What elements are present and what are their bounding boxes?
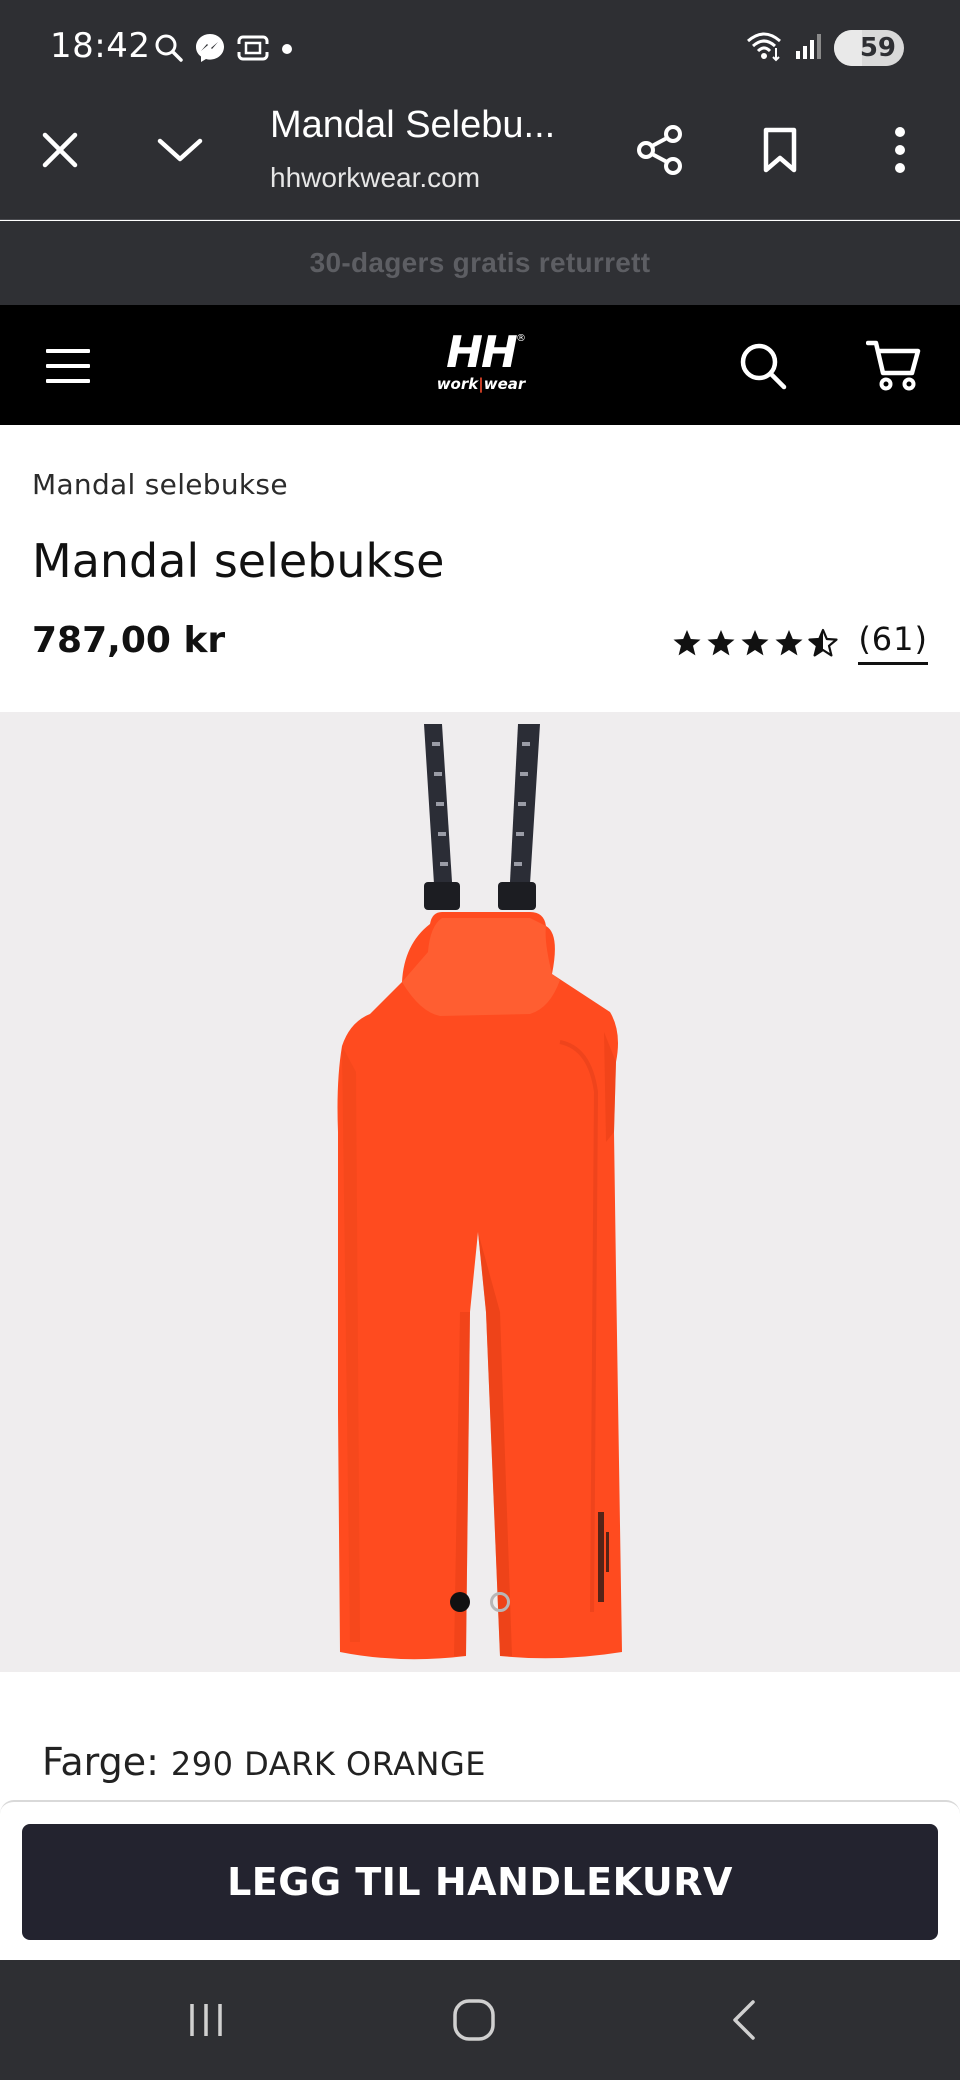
product-rating[interactable]: (61)	[672, 620, 928, 665]
star-full-icon	[673, 629, 701, 655]
battery-level	[834, 30, 862, 66]
cart-button[interactable]	[865, 339, 922, 393]
share-icon	[637, 125, 682, 175]
home-icon	[453, 1999, 495, 2041]
minimize-button[interactable]	[150, 120, 210, 180]
logo-subtitle: work|wear	[436, 375, 526, 393]
status-bar: 18:42 59	[0, 0, 960, 90]
signal-icon	[794, 31, 824, 65]
star-full-icon	[775, 629, 803, 655]
logo-mark: HH	[446, 327, 518, 378]
chevron-down-icon	[157, 138, 203, 162]
sticky-cart-bar: LEGG TIL HANDLEKURV	[0, 1800, 960, 1960]
promo-text: 30-dagers gratis returrett	[309, 247, 651, 278]
color-value: 290 DARK ORANGE	[170, 1745, 486, 1783]
search-icon	[154, 33, 184, 67]
strap-left	[424, 724, 460, 910]
trousers-body	[337, 912, 622, 1660]
page-title[interactable]: Mandal Selebu...	[270, 104, 555, 147]
battery-icon: 59	[834, 30, 904, 66]
search-icon	[740, 343, 787, 390]
logo-sub-work: work	[436, 375, 479, 393]
page-url[interactable]: hhworkwear.com	[270, 162, 480, 194]
color-label: Farge:	[42, 1740, 159, 1784]
gallery-dot-2[interactable]	[490, 1592, 510, 1612]
cart-icon	[865, 340, 921, 391]
screenshot-icon	[236, 32, 270, 68]
rating-stars	[672, 628, 838, 658]
back-icon	[733, 2000, 755, 2040]
color-selector: Farge: 290 DARK ORANGE	[42, 1740, 486, 1784]
wifi-icon	[744, 30, 784, 66]
recents-icon	[190, 2004, 222, 2036]
status-icons-left	[154, 32, 294, 68]
review-count-link[interactable]: (61)	[858, 620, 928, 665]
close-icon	[42, 132, 78, 168]
screen: 18:42 59 Mandal Selebu... hhworkwear.com…	[0, 0, 960, 2080]
status-icons-right: 59	[744, 30, 904, 66]
bookmark-button[interactable]	[750, 120, 810, 180]
bookmark-icon	[763, 127, 797, 173]
star-half-icon	[808, 628, 838, 656]
add-to-cart-button[interactable]: LEGG TIL HANDLEKURV	[22, 1824, 938, 1940]
back-button[interactable]	[714, 1990, 774, 2050]
logo-registered: ®	[516, 333, 526, 344]
gallery-dot-1[interactable]	[450, 1592, 470, 1612]
messenger-icon	[194, 32, 226, 68]
product-price: 787,00 kr	[32, 620, 226, 661]
product-image	[337, 724, 622, 1660]
star-full-icon	[707, 629, 735, 655]
logo-sub-wear: wear	[483, 375, 526, 393]
dot-icon	[280, 41, 294, 60]
battery-value: 59	[859, 33, 896, 63]
breadcrumb[interactable]: Mandal selebukse	[32, 468, 288, 501]
more-options-button[interactable]	[870, 120, 930, 180]
promo-banner[interactable]: 30-dagers gratis returrett	[0, 221, 960, 305]
strap-right	[498, 724, 540, 910]
brand-logo[interactable]: HH ® work|wear	[436, 331, 526, 397]
search-button[interactable]	[738, 341, 788, 391]
share-button[interactable]	[630, 120, 690, 180]
system-nav-bar	[0, 1960, 960, 2080]
menu-icon[interactable]	[46, 349, 92, 383]
close-tab-button[interactable]	[30, 120, 90, 180]
product-gallery[interactable]	[0, 712, 960, 1672]
gallery-pagination	[450, 1592, 510, 1612]
star-full-icon	[741, 629, 769, 655]
status-time: 18:42	[50, 26, 151, 66]
browser-toolbar: Mandal Selebu... hhworkwear.com	[0, 90, 960, 220]
more-vert-icon	[895, 127, 905, 173]
product-title: Mandal selebukse	[32, 534, 445, 588]
home-button[interactable]	[444, 1990, 504, 2050]
site-header: HH ® work|wear	[0, 305, 960, 425]
recents-button[interactable]	[176, 1990, 236, 2050]
